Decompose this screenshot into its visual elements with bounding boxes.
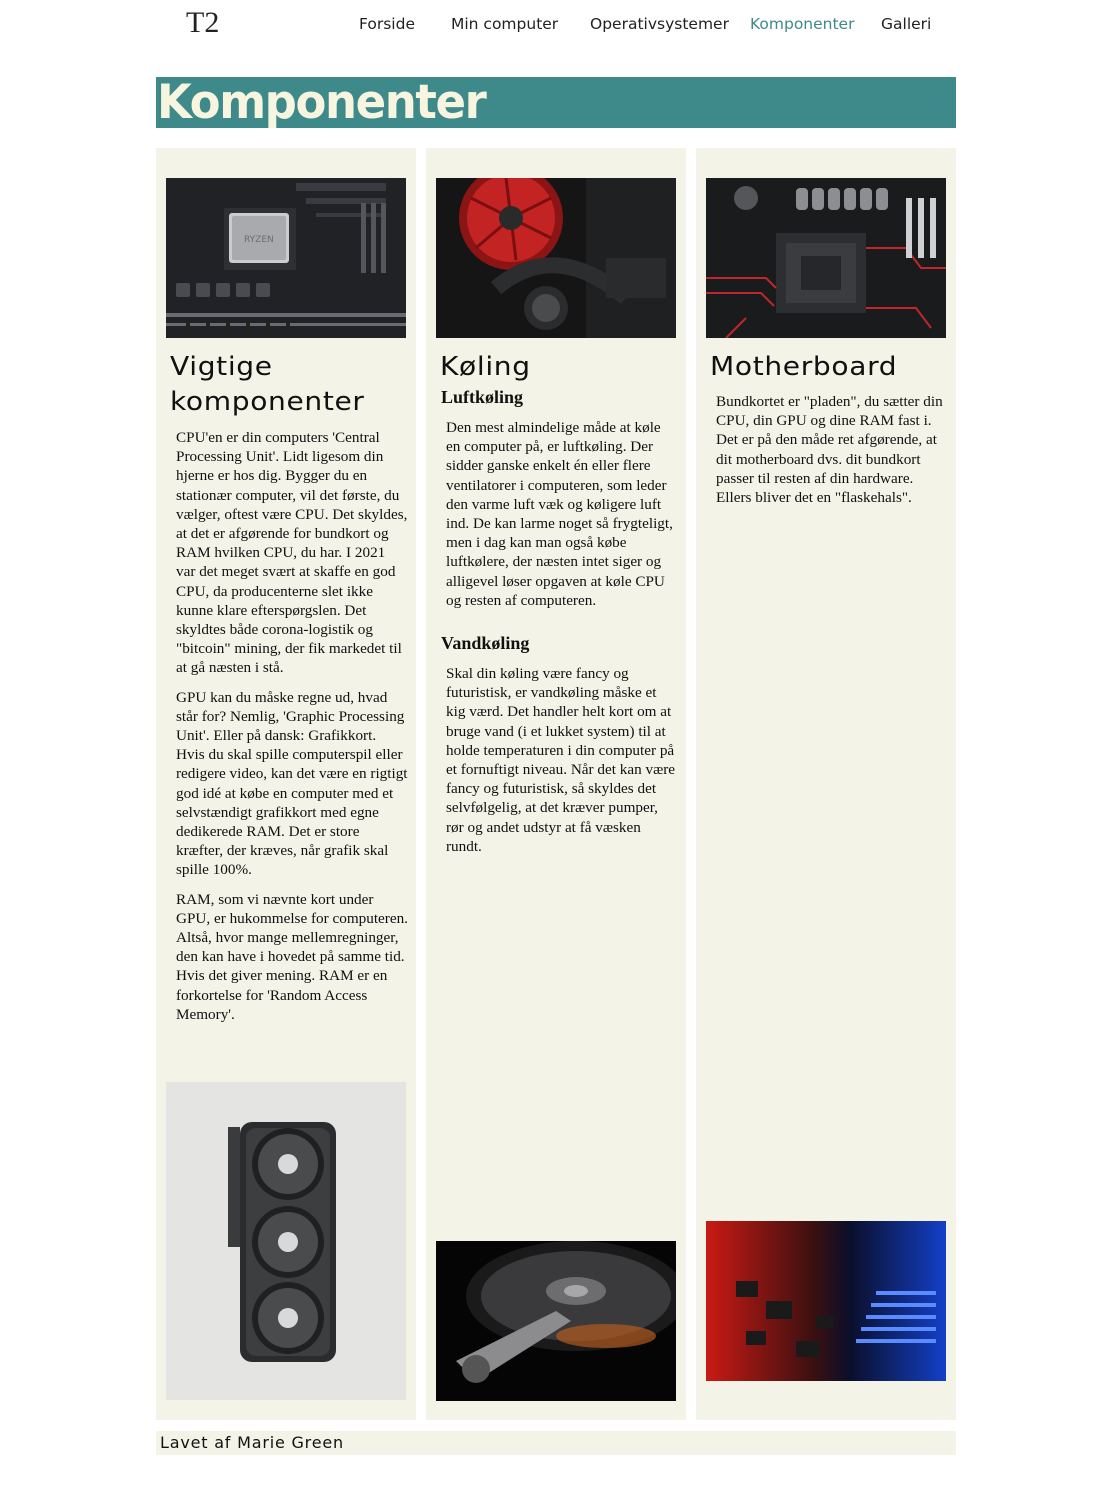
heading-line-1: Vigtige bbox=[170, 352, 273, 382]
nav-item-forside[interactable]: Forside bbox=[359, 15, 415, 33]
nav-item-min-computer[interactable]: Min computer bbox=[451, 15, 558, 33]
column-koling: Køling Luftkøling Den mest almindelige m… bbox=[426, 148, 686, 1420]
circuit-board-image bbox=[706, 1221, 946, 1381]
site-logo[interactable]: T2 bbox=[186, 6, 219, 40]
column-motherboard: Motherboard Bundkortet er "pladen", du s… bbox=[696, 148, 956, 1420]
nav-item-galleri[interactable]: Galleri bbox=[881, 15, 931, 33]
text-vandkoling: Skal din køling være fancy og futuristis… bbox=[446, 665, 675, 855]
section-text: CPU'en er din computers 'Central Process… bbox=[176, 428, 408, 1034]
subheading-luftkoling: Luftkøling bbox=[441, 387, 524, 407]
footer: Lavet af Marie Green bbox=[156, 1431, 956, 1455]
top-navigation: T2 Forside Min computer Operativsystemer… bbox=[0, 0, 1110, 50]
subheading-vandkoling: Vandkøling bbox=[441, 633, 530, 653]
text-luftkoling: Den mest almindelige måde at køle en com… bbox=[446, 419, 673, 609]
nav-item-operativsystemer[interactable]: Operativsystemer bbox=[590, 15, 729, 33]
heading-line-2: komponenter bbox=[170, 387, 365, 417]
footer-credit: Lavet af Marie Green bbox=[160, 1433, 344, 1452]
section-heading: Motherboard bbox=[710, 352, 898, 382]
text-motherboard: Bundkortet er "pladen", du sætter din CP… bbox=[716, 393, 943, 507]
section-heading: Vigtige komponenter bbox=[170, 350, 365, 420]
paragraph-gpu: GPU kan du måske regne ud, hvad står for… bbox=[176, 688, 408, 879]
cpu-image: RYZEN bbox=[166, 178, 406, 338]
page-title: Komponenter bbox=[157, 77, 487, 128]
paragraph-ram: RAM, som vi nævnte kort under GPU, er hu… bbox=[176, 890, 408, 1023]
svg-text:RYZEN: RYZEN bbox=[244, 235, 274, 245]
gpu-image bbox=[166, 1082, 406, 1400]
nav-item-komponenter[interactable]: Komponenter bbox=[750, 15, 854, 33]
page-banner: Komponenter bbox=[156, 77, 956, 128]
column-vigtige-komponenter: RYZEN Vigtige komponenter CPU'en er din … bbox=[156, 148, 416, 1420]
cpu-cooler-image bbox=[436, 178, 676, 338]
paragraph-cpu: CPU'en er din computers 'Central Process… bbox=[176, 429, 408, 677]
motherboard-image bbox=[706, 178, 946, 338]
section-heading: Køling bbox=[440, 352, 531, 382]
hard-drive-image bbox=[436, 1241, 676, 1401]
